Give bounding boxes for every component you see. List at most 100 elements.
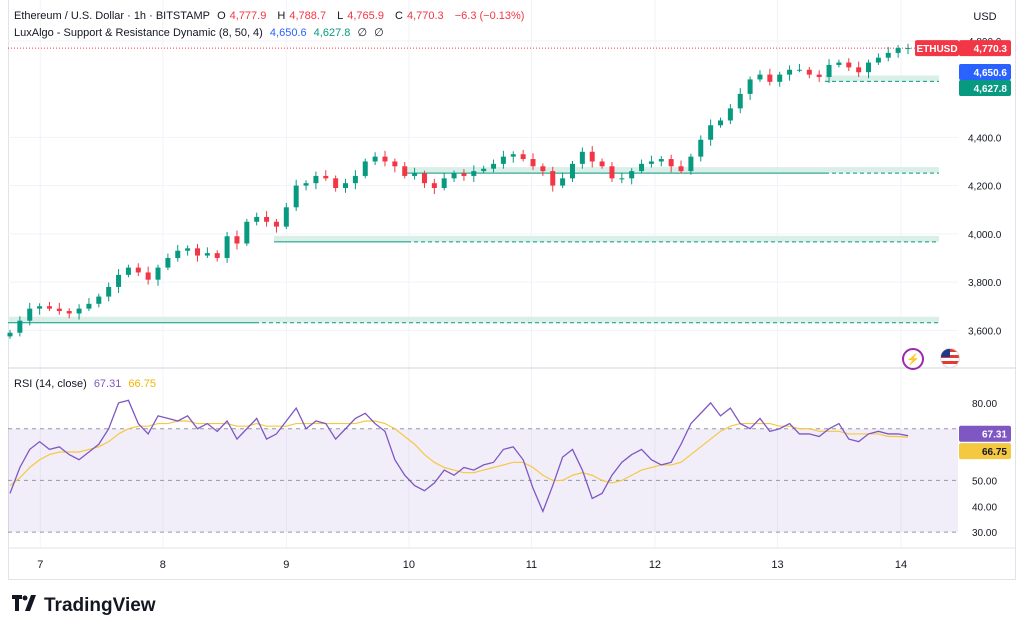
change-value: −6.3 (−0.13%) (454, 10, 525, 22)
sr-band (407, 235, 939, 242)
sr-band (274, 235, 407, 242)
candle-body (589, 151, 595, 162)
price-tick-label: 4,200.0 (968, 182, 1002, 193)
sr-band (8, 316, 255, 323)
candle-body (895, 48, 901, 53)
candle-body (441, 178, 447, 188)
candle-body (718, 120, 724, 126)
candle-body (66, 311, 72, 314)
support-price-tag: 4,627.8 (974, 84, 1008, 95)
last-price-tag: 4,770.3 (974, 44, 1008, 55)
candle-body (708, 125, 714, 140)
candle-body (481, 168, 487, 172)
indicator-value-1: 4,650.6 (269, 27, 307, 39)
candle-body (155, 267, 161, 280)
candle-body (856, 67, 862, 73)
indicator-value-2: 4,627.8 (313, 27, 351, 39)
candle-body (688, 156, 694, 172)
tradingview-logo[interactable]: TradingView (12, 594, 156, 617)
candle-body (204, 253, 210, 256)
candle-body (56, 308, 62, 312)
candle-body (599, 161, 605, 167)
candle-body (639, 163, 645, 172)
symbol-line: Ethereum / U.S. Dollar · 1h · BITSTAMP (14, 10, 211, 22)
candle-body (352, 175, 358, 184)
candle-body (629, 171, 635, 179)
lightning-icon[interactable]: ⚡ (902, 348, 924, 370)
candle-body (866, 62, 872, 73)
candle-body (214, 253, 220, 258)
candle-body (431, 183, 437, 188)
date-tick-label: 9 (283, 559, 289, 571)
candle-body (875, 57, 881, 63)
candle-body (86, 303, 92, 309)
symbol-legend: Ethereum / U.S. Dollar · 1h · BITSTAMP O… (14, 10, 528, 22)
candle-body (7, 332, 13, 337)
price-tick-label: 3,600.0 (968, 326, 1002, 337)
date-tick-label: 8 (160, 559, 166, 571)
candle-body (569, 163, 575, 179)
open-value: O 4,777.9 (217, 10, 267, 22)
candle-body (76, 308, 82, 314)
candle-body (145, 272, 151, 280)
candle-body (106, 286, 112, 297)
candle-body (510, 154, 516, 157)
rsi-tick-label: 80.00 (972, 399, 997, 410)
candle-body (648, 161, 654, 164)
candle-body (885, 52, 891, 58)
price-chart[interactable]: 4,800.04,400.04,200.04,000.03,800.03,600… (0, 0, 1024, 580)
date-tick-label: 14 (895, 559, 907, 571)
candle-body (491, 163, 497, 169)
sr-band (825, 75, 939, 82)
candle-body (412, 173, 418, 176)
high-value: H 4,788.7 (277, 10, 327, 22)
candle-body (402, 166, 408, 176)
rsi-value-tag: 67.31 (982, 430, 1007, 441)
candle-body (846, 62, 852, 68)
candle-body (303, 183, 309, 186)
candle-body (836, 62, 842, 65)
rsi-tick-label: 30.00 (972, 528, 997, 539)
date-tick-label: 11 (526, 559, 537, 571)
candle-body (777, 74, 783, 82)
candle-body (283, 207, 289, 227)
rsi-legend[interactable]: RSI (14, close) 67.31 66.75 (14, 378, 160, 390)
candle-body (46, 306, 52, 309)
indicator-value-3: ∅ (357, 27, 368, 39)
candle-body (806, 69, 812, 75)
candle-body (264, 216, 270, 222)
rsi-tick-label: 50.00 (972, 476, 997, 487)
low-value: L 4,765.9 (337, 10, 384, 22)
candle-body (27, 308, 33, 321)
sr-band (407, 167, 825, 174)
candle-body (421, 173, 427, 184)
candle-body (185, 248, 191, 251)
candle-body (244, 221, 250, 244)
logo-text: TradingView (44, 594, 156, 616)
candle-body (224, 236, 230, 258)
candle-body (540, 166, 546, 172)
date-tick-label: 12 (649, 559, 661, 571)
date-tick-label: 7 (37, 559, 43, 571)
candle-body (37, 306, 43, 309)
currency-button[interactable]: USD (966, 6, 1004, 28)
candle-body (17, 320, 23, 333)
us-flag-icon[interactable] (940, 348, 960, 368)
candle-body (451, 173, 457, 179)
date-tick-label: 13 (771, 559, 783, 571)
candle-body (619, 178, 625, 180)
indicator-legend[interactable]: LuxAlgo - Support & Resistance Dynamic (… (14, 26, 388, 39)
candle-body (727, 108, 733, 121)
resistance-price-tag: 4,650.6 (974, 68, 1008, 79)
symbol-tag: ETHUSD (916, 44, 957, 55)
candle-body (372, 156, 378, 162)
candle-body (116, 274, 122, 287)
indicator-name: LuxAlgo - Support & Resistance Dynamic (… (14, 27, 263, 39)
candle-body (313, 175, 319, 184)
candle-body (461, 173, 467, 176)
candle-body (560, 178, 566, 186)
rsi-tick-label: 40.00 (972, 502, 997, 513)
candle-body (273, 221, 279, 227)
candle-body (175, 250, 181, 258)
sr-band (255, 316, 939, 323)
